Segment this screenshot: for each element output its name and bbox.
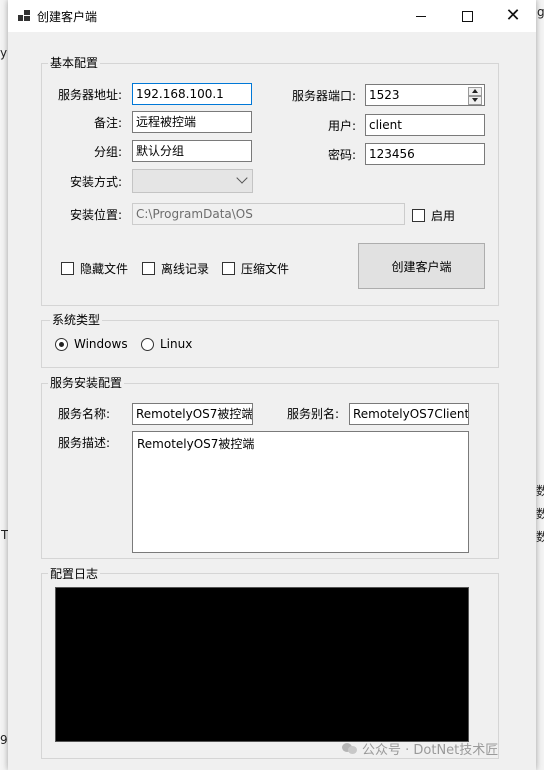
hide-file-label: 隐藏文件: [80, 262, 129, 276]
maximize-button[interactable]: [444, 0, 490, 32]
install-method-label: 安装方式:: [70, 175, 123, 189]
server-address-label: 服务器地址:: [58, 88, 123, 102]
password-label: 密码:: [328, 148, 357, 162]
minimize-icon: [416, 15, 426, 17]
create-client-button[interactable]: 创建客户端: [358, 243, 485, 289]
group-label: 分组:: [94, 145, 123, 159]
radio-linux-indicator[interactable]: [141, 337, 154, 351]
compress-file-checkbox-box[interactable]: [222, 262, 235, 275]
background-fragment: 数: [536, 507, 544, 521]
watermark: 公众号 · DotNet技术匠: [342, 739, 498, 758]
background-fragment: y: [0, 46, 8, 60]
spin-up-icon[interactable]: [468, 87, 482, 96]
server-port-stepper[interactable]: 1523: [365, 84, 485, 106]
compress-file-checkbox[interactable]: 压缩文件: [222, 260, 289, 277]
service-install-title: 服务安装配置: [48, 376, 125, 390]
background-app-right: [536, 0, 544, 770]
group-input[interactable]: 默认分组: [132, 140, 252, 162]
user-input[interactable]: client: [365, 114, 485, 136]
radio-windows[interactable]: Windows: [55, 337, 128, 351]
radio-windows-label: Windows: [74, 337, 128, 351]
enable-checkbox-box[interactable]: [412, 209, 425, 222]
offline-log-label: 离线记录: [161, 262, 210, 276]
close-icon: ✕: [505, 5, 521, 26]
radio-linux[interactable]: Linux: [141, 337, 192, 351]
install-location-input[interactable]: C:\ProgramData\OS: [132, 203, 405, 225]
title-bar[interactable]: 创建客户端 ✕: [8, 0, 536, 32]
service-name-label: 服务名称:: [58, 407, 111, 421]
config-log-output[interactable]: [55, 587, 469, 742]
minimize-button[interactable]: [398, 0, 444, 32]
background-fragment: 9: [0, 733, 8, 747]
create-client-window: 创建客户端 ✕ 基本配置 服务器地址: 192.168.100.1 服务器端口:…: [8, 0, 536, 770]
background-fragment: g: [537, 5, 544, 19]
password-input[interactable]: 123456: [365, 143, 485, 165]
offline-log-checkbox-box[interactable]: [142, 262, 155, 275]
background-app-left: [0, 0, 8, 770]
server-port-label: 服务器端口:: [292, 89, 357, 103]
watermark-text: 公众号 · DotNet技术匠: [362, 743, 499, 758]
service-desc-textarea[interactable]: RemotelyOS7被控端: [132, 431, 469, 553]
wechat-icon: [342, 742, 358, 755]
service-alias-label: 服务别名:: [287, 407, 340, 421]
window-title: 创建客户端: [37, 10, 98, 24]
service-desc-label: 服务描述:: [58, 436, 111, 450]
background-fragment: 数: [536, 484, 544, 498]
hide-file-checkbox[interactable]: 隐藏文件: [61, 260, 128, 277]
enable-checkbox[interactable]: 启用: [412, 207, 455, 224]
server-address-input[interactable]: 192.168.100.1: [132, 83, 252, 105]
server-port-value: 1523: [369, 88, 400, 102]
install-location-label: 安装位置:: [70, 208, 123, 222]
background-fragment: 数: [536, 530, 544, 544]
enable-checkbox-label: 启用: [431, 209, 456, 223]
radio-linux-label: Linux: [160, 337, 193, 351]
user-label: 用户:: [328, 119, 357, 133]
close-button[interactable]: ✕: [490, 0, 536, 32]
maximize-icon: [461, 10, 473, 22]
port-spinner[interactable]: [468, 87, 482, 105]
install-method-select[interactable]: [132, 169, 253, 193]
offline-log-checkbox[interactable]: 离线记录: [142, 260, 209, 277]
service-alias-input[interactable]: RemotelyOS7Client: [349, 403, 469, 425]
radio-windows-indicator[interactable]: [55, 337, 68, 351]
app-icon: [18, 10, 30, 22]
config-log-title: 配置日志: [48, 567, 101, 581]
remark-label: 备注:: [94, 116, 123, 130]
basic-config-title: 基本配置: [48, 56, 101, 70]
remark-input[interactable]: 远程被控端: [132, 111, 252, 133]
service-name-input[interactable]: RemotelyOS7被控端: [132, 403, 253, 425]
spin-down-icon[interactable]: [468, 96, 482, 105]
system-type-title: 系统类型: [50, 313, 103, 327]
chevron-down-icon: [236, 172, 248, 184]
hide-file-checkbox-box[interactable]: [61, 262, 74, 275]
compress-file-label: 压缩文件: [241, 262, 290, 276]
